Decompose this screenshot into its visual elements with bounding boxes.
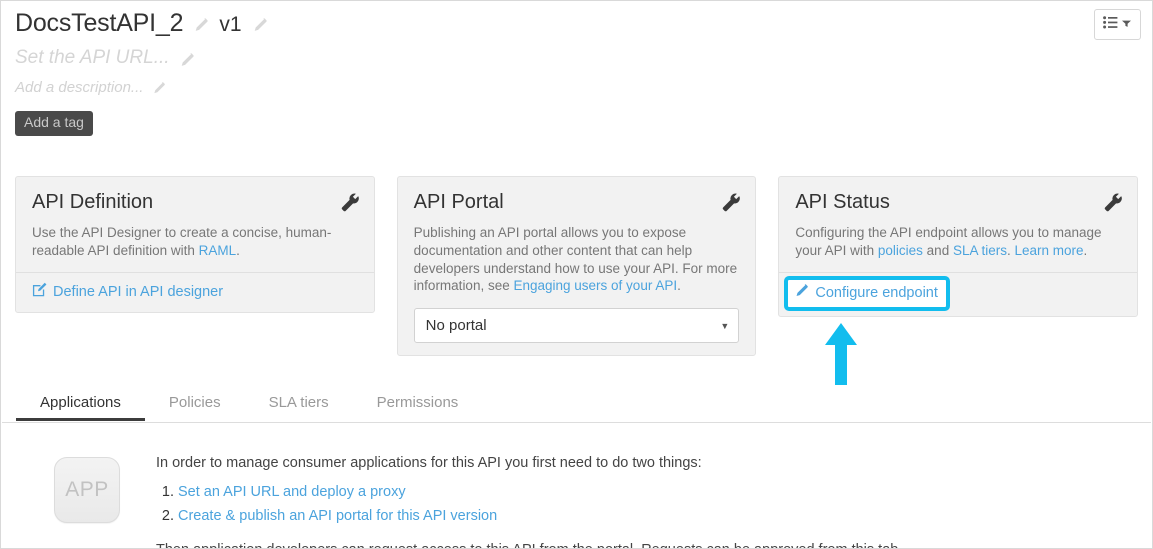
api-url-placeholder: Set the API URL... bbox=[15, 47, 170, 68]
portal-select-wrap: No portal ▼ bbox=[413, 308, 740, 344]
define-api-label: Define API in API designer bbox=[53, 283, 224, 300]
tab-sla-tiers[interactable]: SLA tiers bbox=[245, 389, 353, 420]
steps-list: Set an API URL and deploy a proxy Create… bbox=[178, 482, 902, 528]
card-api-status: API Status Configuring the API endpoint … bbox=[778, 176, 1139, 317]
define-api-action[interactable]: Define API in API designer bbox=[32, 282, 358, 302]
wrench-icon[interactable] bbox=[1103, 193, 1123, 213]
api-manager-page: DocsTestAPI_2 v1 Set the API URL... Add … bbox=[0, 0, 1153, 549]
portal-select-value: No portal bbox=[425, 317, 487, 335]
page-title: DocsTestAPI_2 bbox=[15, 9, 184, 37]
card-api-definition: API Definition Use the API Designer to c… bbox=[15, 176, 375, 313]
cards-row: API Definition Use the API Designer to c… bbox=[15, 176, 1139, 357]
raml-link[interactable]: RAML bbox=[199, 243, 237, 258]
card-title: API Status bbox=[795, 191, 890, 213]
card-description: Use the API Designer to create a concise… bbox=[32, 224, 358, 260]
configure-endpoint-highlight: Configure endpoint bbox=[784, 275, 950, 311]
api-version: v1 bbox=[219, 13, 242, 36]
card-footer: Define API in API designer bbox=[16, 271, 374, 312]
tab-label: Applications bbox=[40, 394, 121, 411]
wrench-icon[interactable] bbox=[721, 193, 741, 213]
app-icon-label: APP bbox=[65, 478, 109, 501]
set-api-url-link[interactable]: Set an API URL and deploy a proxy bbox=[178, 484, 406, 500]
card-title: API Definition bbox=[32, 191, 154, 213]
edit-square-icon bbox=[32, 282, 47, 302]
card-description-text: Use the API Designer to create a concise… bbox=[32, 225, 332, 258]
card-description-sep1: and bbox=[922, 242, 953, 258]
empty-state-text: In order to manage consumer applications… bbox=[156, 441, 902, 549]
portal-select[interactable]: No portal bbox=[413, 308, 740, 344]
learn-more-link[interactable]: Learn more bbox=[1015, 243, 1084, 258]
policies-link[interactable]: policies bbox=[878, 243, 923, 258]
card-body: API Status Configuring the API endpoint … bbox=[779, 177, 1137, 272]
edit-url-pencil-icon[interactable] bbox=[179, 52, 195, 68]
empty-state-intro: In order to manage consumer applications… bbox=[156, 455, 702, 471]
card-body: API Definition Use the API Designer to c… bbox=[16, 177, 374, 272]
pencil-icon bbox=[794, 283, 809, 303]
card-api-portal: API Portal Publishing an API portal allo… bbox=[396, 176, 757, 357]
tab-permissions[interactable]: Permissions bbox=[353, 389, 483, 420]
api-url-row[interactable]: Set the API URL... bbox=[15, 46, 1138, 70]
edit-title-pencil-icon[interactable] bbox=[193, 17, 209, 33]
edit-version-pencil-icon[interactable] bbox=[252, 17, 268, 33]
list-view-menu-button[interactable] bbox=[1094, 9, 1141, 40]
empty-state-outro: Then application developers can request … bbox=[156, 542, 902, 549]
card-body: API Portal Publishing an API portal allo… bbox=[398, 177, 756, 355]
engaging-users-link[interactable]: Engaging users of your API bbox=[513, 278, 677, 293]
chevron-down-icon bbox=[1121, 16, 1132, 34]
tab-applications[interactable]: Applications bbox=[16, 389, 145, 421]
card-footer: Configure endpoint bbox=[779, 271, 1138, 316]
card-description: Configuring the API endpoint allows you … bbox=[795, 224, 1121, 260]
page-header: DocsTestAPI_2 v1 Set the API URL... Add … bbox=[1, 1, 1152, 136]
list-icon bbox=[1103, 15, 1118, 34]
tag-row: Add a tag bbox=[15, 111, 1138, 136]
tab-label: Policies bbox=[168, 394, 221, 411]
card-description-sep2: . bbox=[1006, 242, 1015, 258]
card-description: Publishing an API portal allows you to e… bbox=[414, 224, 740, 295]
configure-endpoint-label: Configure endpoint bbox=[815, 284, 938, 301]
create-portal-link[interactable]: Create & publish an API portal for this … bbox=[178, 508, 497, 524]
configure-endpoint-action[interactable]: Configure endpoint bbox=[794, 283, 938, 303]
card-title: API Portal bbox=[413, 191, 504, 213]
card-description-tail: . bbox=[236, 242, 240, 258]
card-description-tail: . bbox=[1083, 242, 1088, 258]
list-item: Create & publish an API portal for this … bbox=[178, 506, 902, 528]
applications-empty-state: APP In order to manage consumer applicat… bbox=[15, 441, 1138, 549]
wrench-icon[interactable] bbox=[340, 193, 360, 213]
api-description-row[interactable]: Add a description... bbox=[15, 76, 1138, 98]
tab-bar: Applications Policies SLA tiers Permissi… bbox=[2, 389, 1151, 423]
api-description-placeholder: Add a description... bbox=[15, 78, 144, 96]
tab-label: SLA tiers bbox=[268, 394, 329, 411]
card-description-tail: . bbox=[677, 278, 681, 294]
app-icon: APP bbox=[54, 457, 120, 523]
list-item: Set an API URL and deploy a proxy bbox=[178, 482, 902, 504]
title-row: DocsTestAPI_2 v1 bbox=[15, 9, 1138, 41]
tab-label: Permissions bbox=[376, 394, 459, 411]
edit-description-pencil-icon[interactable] bbox=[152, 81, 168, 97]
sla-tiers-link[interactable]: SLA tiers bbox=[953, 243, 1007, 258]
tab-policies[interactable]: Policies bbox=[145, 389, 245, 420]
add-tag-button[interactable]: Add a tag bbox=[15, 111, 93, 136]
